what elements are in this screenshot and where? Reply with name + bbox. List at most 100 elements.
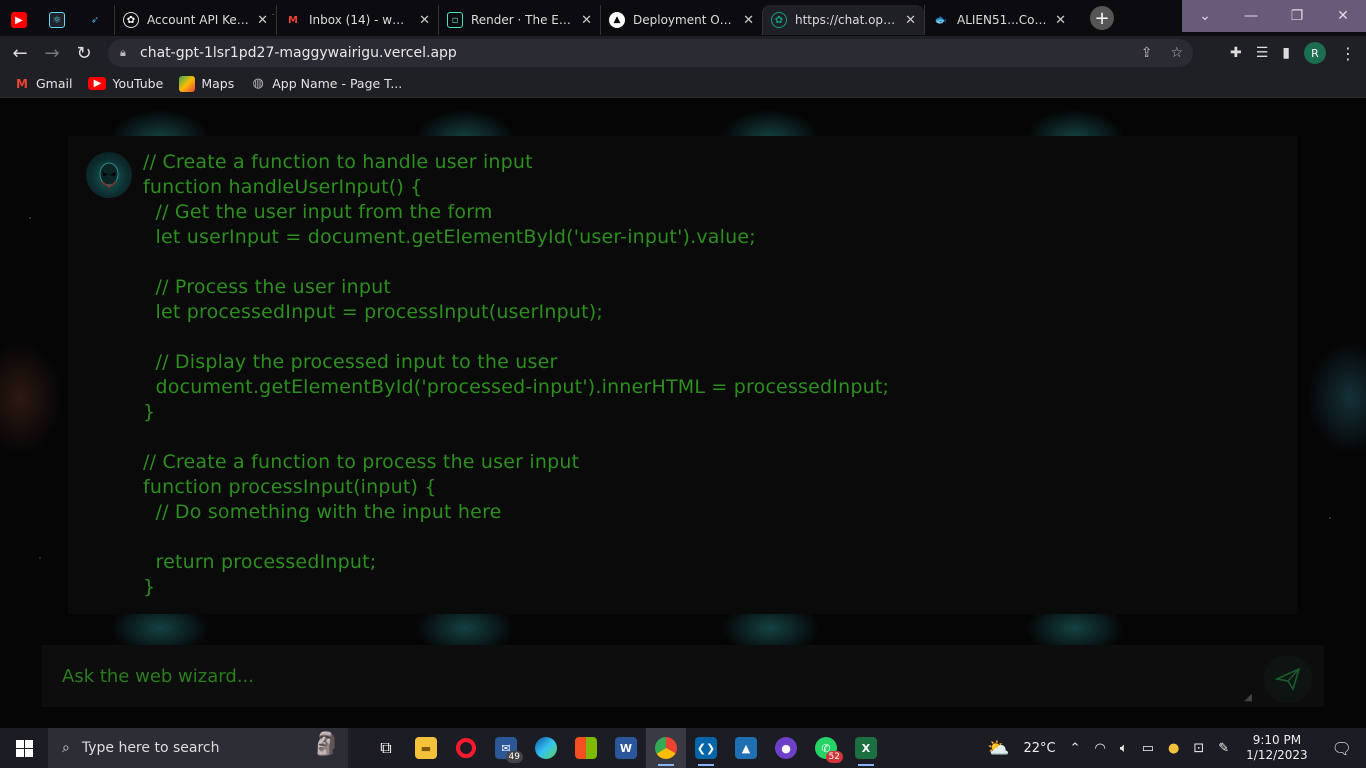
maps-icon [179,75,196,92]
chrome-icon[interactable] [646,728,686,768]
edge-icon[interactable] [526,728,566,768]
share-icon[interactable]: ⇪ [1141,45,1153,61]
close-icon[interactable]: ✕ [581,13,592,28]
send-button[interactable] [1264,655,1312,703]
volume-icon[interactable]: 🔈︎ [1113,741,1135,756]
fish-icon: 🐟 [934,14,948,26]
reload-button[interactable]: ↻ [68,37,100,69]
pinned-tab-app[interactable]: ➶ [76,5,114,35]
clock[interactable]: 9:10 PM 1/12/2023 [1236,733,1318,763]
battery-icon[interactable]: ▭ [1135,741,1161,756]
start-button[interactable] [0,728,48,768]
vscode-icon[interactable]: ❮❯ [686,728,726,768]
close-icon[interactable]: ✕ [257,13,268,28]
tab-alien51[interactable]: 🐟 ALIEN51...Code G ✕ [924,5,1074,35]
new-tab-button[interactable]: + [1090,6,1114,30]
store-icon[interactable] [566,728,606,768]
opera-icon[interactable] [446,728,486,768]
gmail-icon: M [16,76,28,91]
more-menu-icon[interactable]: ⋮ [1340,36,1356,70]
minimize-button[interactable]: — [1228,0,1274,32]
gmail-icon: M [288,14,298,26]
code-line: function handleUserInput() { [143,176,423,198]
openai-icon: ✿ [771,12,787,28]
github-icon[interactable]: ● [766,728,806,768]
tab-title: https://chat.open [795,13,898,27]
bookmark-maps[interactable]: Maps [179,75,234,92]
reading-list-icon[interactable]: ☰ [1256,45,1269,61]
show-hidden-icons[interactable]: ⌃ [1063,741,1088,756]
back-button[interactable]: ← [4,37,36,69]
code-line: // Display the processed input to the us… [143,351,558,373]
bookmark-star-icon[interactable]: ☆ [1170,45,1183,61]
maximize-button[interactable]: ❐ [1274,0,1320,32]
bookmarks-bar: M Gmail ▶ YouTube Maps ◍ App Name - Page… [0,70,1366,98]
word-icon[interactable]: W [606,728,646,768]
code-line: function processInput(input) { [143,476,437,498]
close-window-button[interactable]: ✕ [1320,0,1366,32]
bookmark-gmail[interactable]: M Gmail [14,76,72,92]
windows-taskbar: ⌕ Type here to search 🗿 ⧉ ▬ ✉ 49 W ❮❯ ▲ … [0,728,1366,768]
bookmark-label: YouTube [112,76,164,91]
mail-badge: 49 [505,751,523,763]
network-icon[interactable]: ◠ [1088,741,1113,756]
address-bar[interactable]: 🔒︎ chat-gpt-1lsr1pd27-maggywairigu.verce… [108,39,1193,67]
tab-title: Inbox (14) - wairig [309,13,412,27]
tab-title: Account API Keys [147,13,250,27]
code-block: // Create a function to handle user inpu… [143,150,1283,600]
code-line: return processedInput; [143,551,377,573]
pen-icon[interactable]: ✎ [1211,741,1236,756]
tab-render[interactable]: ▫ Render · The Easie ✕ [438,5,600,35]
bookmark-youtube[interactable]: ▶ YouTube [88,76,163,91]
close-icon[interactable]: ✕ [743,13,754,28]
taskbar-apps: ⧉ ▬ ✉ 49 W ❮❯ ▲ ● ✆ 52 X [366,728,886,768]
side-panel-icon[interactable]: ▮ [1282,45,1290,61]
mail-icon[interactable]: ✉ 49 [486,728,526,768]
clock-date: 1/12/2023 [1246,748,1308,762]
bot-message: // Create a function to handle user inpu… [68,136,1298,614]
app-icon: ➶ [90,14,100,26]
tab-chat-openai[interactable]: ✿ https://chat.open ✕ [762,5,924,35]
lock-icon[interactable]: 🔒︎ [120,46,140,60]
temperature[interactable]: 22°C [1017,741,1063,756]
notifications-icon[interactable]: 🗨︎ [1318,739,1366,758]
window-controls: ⌄ — ❐ ✕ [1182,0,1366,32]
task-view-icon[interactable]: ⧉ [366,728,406,768]
code-line: // Process the user input [143,276,392,298]
taskbar-search[interactable]: ⌕ Type here to search 🗿 [48,728,348,768]
tab-deployment[interactable]: ▲ Deployment Over ✕ [600,5,762,35]
send-paper-plane-icon [1274,667,1301,691]
youtube-icon: ▶ [88,77,107,90]
alien-icon [99,162,119,188]
forward-button[interactable]: → [36,37,68,69]
resize-grip-icon[interactable]: ◢ [1244,692,1252,703]
photos-icon[interactable]: ▲ [726,728,766,768]
whatsapp-icon[interactable]: ✆ 52 [806,728,846,768]
tab-strip: ▶ ⚛ ➶ ✿ Account API Keys ✕ M Inbox (14) … [0,0,1366,36]
weather-icon[interactable]: ⛅ [980,738,1016,759]
norton-icon[interactable]: ● [1161,741,1186,756]
file-explorer-icon[interactable]: ▬ [406,728,446,768]
profile-avatar[interactable]: R [1304,42,1326,64]
excel-icon[interactable]: X [846,728,886,768]
clock-time: 9:10 PM [1252,733,1302,747]
pinned-tab-youtube[interactable]: ▶ [0,5,38,35]
tab-inbox[interactable]: M Inbox (14) - wairig ✕ [276,5,438,35]
chat-input[interactable] [42,645,1242,707]
tab-search-icon[interactable]: ⌄ [1182,0,1228,32]
extensions-puzzle-icon[interactable]: ✚ [1230,45,1242,61]
react-icon: ⚛ [49,12,65,28]
close-icon[interactable]: ✕ [419,13,430,28]
bookmark-app-name[interactable]: ◍ App Name - Page T... [250,76,403,92]
security-icon[interactable]: ⊡ [1186,741,1211,756]
close-icon[interactable]: ✕ [905,13,916,28]
pinned-tab-react[interactable]: ⚛ [38,5,76,35]
tab-account-api-keys[interactable]: ✿ Account API Keys ✕ [114,5,276,35]
url-text: chat-gpt-1lsr1pd27-maggywairigu.vercel.a… [140,45,457,61]
search-placeholder: Type here to search [81,740,220,756]
close-icon[interactable]: ✕ [1055,13,1066,28]
code-line: } [143,576,156,598]
